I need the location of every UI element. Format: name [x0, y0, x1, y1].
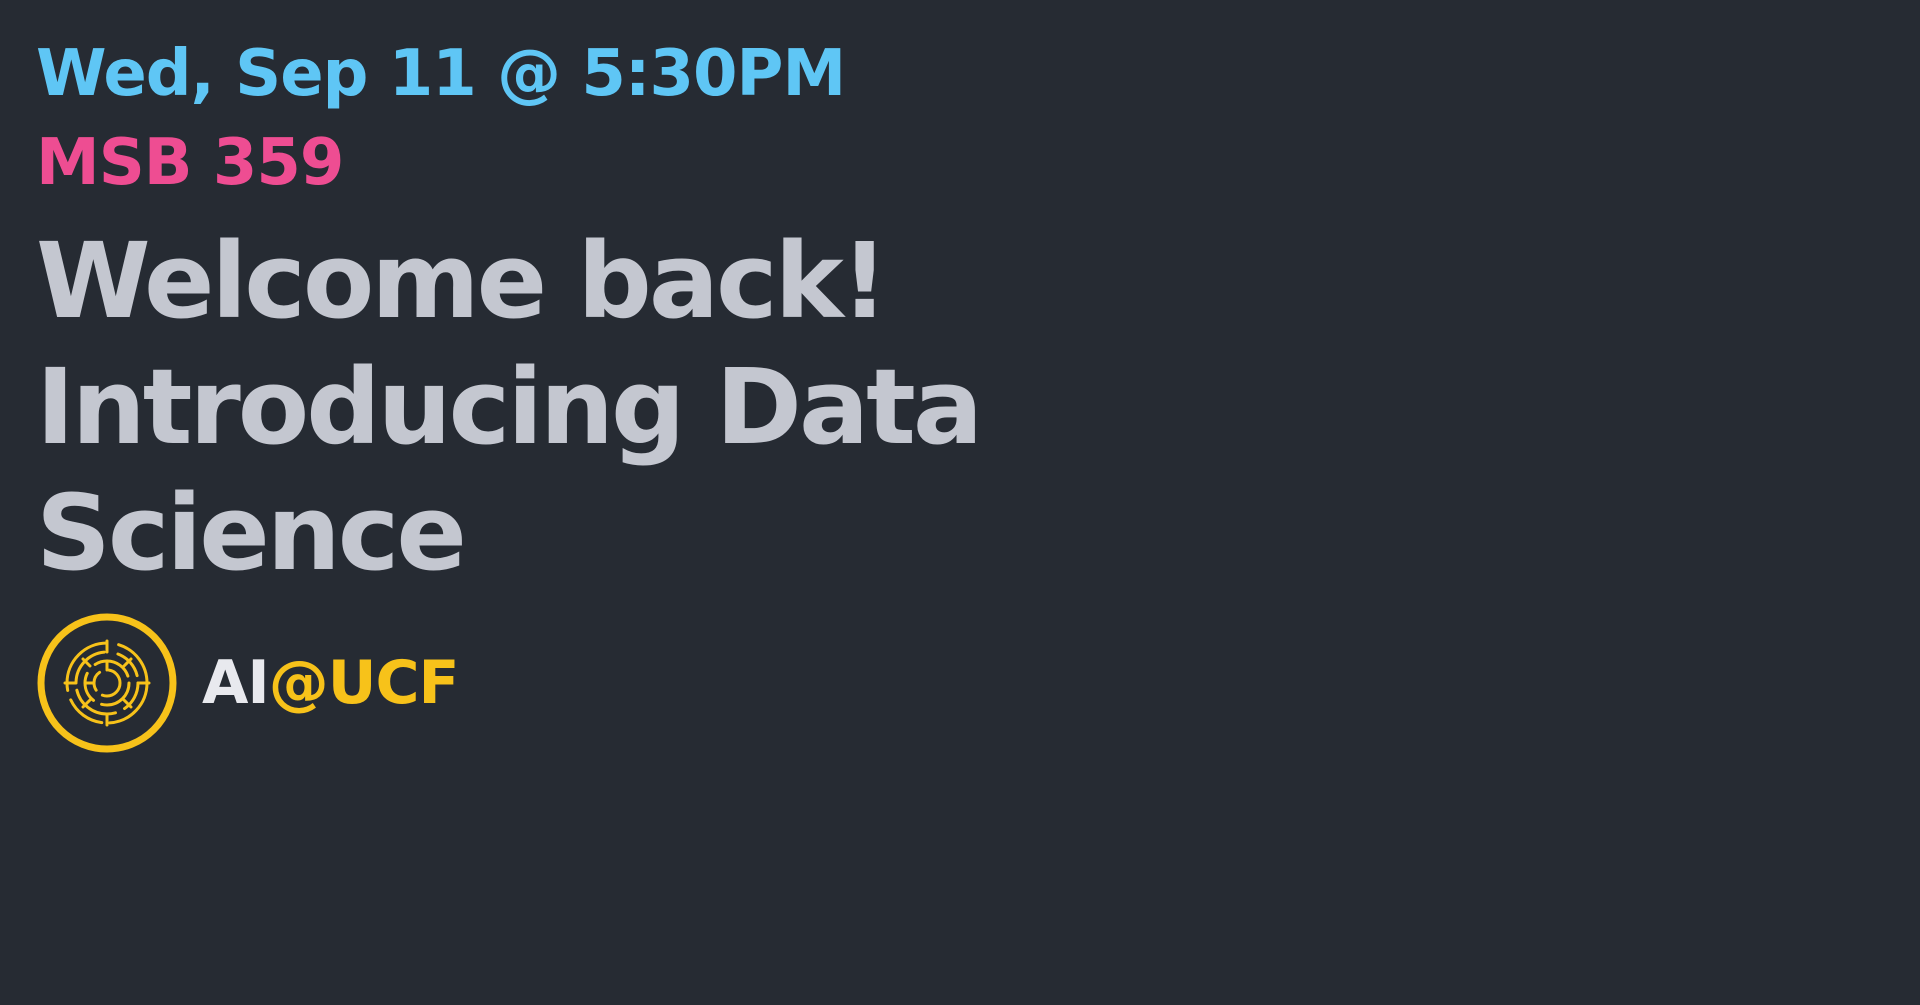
event-datetime: Wed, Sep 11 @ 5:30PM — [36, 37, 846, 111]
brand-name-suffix: @UCF — [268, 648, 460, 718]
event-card: Wed, Sep 11 @ 5:30PM MSB 359 Welcome bac… — [36, 28, 1536, 596]
event-title-line-1: Welcome back! — [36, 220, 888, 342]
brand-name-prefix: AI — [202, 648, 270, 718]
event-title-line-2: Introducing Data — [36, 346, 983, 468]
brand-name: AI@UCF — [202, 648, 460, 718]
event-location: MSB 359 — [36, 126, 344, 200]
event-title: Welcome back! Introducing Data Science — [36, 218, 1536, 596]
brand-logo-group: AI@UCF — [36, 612, 460, 754]
circuit-circle-icon — [37, 613, 177, 753]
event-title-line-3: Science — [36, 472, 467, 594]
